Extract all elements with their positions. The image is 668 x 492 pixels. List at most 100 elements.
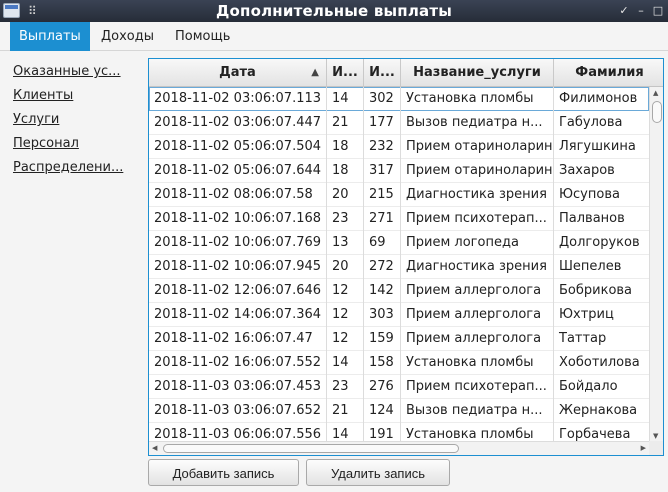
data-table: Дата ▲ И... И... Название_услуги Фамилия… [148, 58, 664, 456]
cell-id1: 18 [327, 135, 364, 159]
cell-date: 2018-11-02 10:06:07.945 [149, 255, 327, 279]
column-header-surname[interactable]: Фамилия [554, 59, 663, 87]
table-row[interactable]: 2018-11-02 05:06:07.644 18 317 Прием отарин… [149, 159, 649, 183]
cell-service-name: Диагностика зрения [401, 255, 554, 279]
table-row[interactable]: 2018-11-02 10:06:07.769 13 69 Прием логопед… [149, 231, 649, 255]
column-header-id1[interactable]: И... [327, 59, 364, 87]
cell-surname: Таттар [554, 327, 649, 351]
cell-id1: 21 [327, 111, 364, 135]
cell-id1: 14 [327, 423, 364, 441]
cell-date: 2018-11-02 12:06:07.646 [149, 279, 327, 303]
cell-id2: 158 [364, 351, 401, 375]
cell-service-name: Вызов педиатра н... [401, 399, 554, 423]
cell-id1: 13 [327, 231, 364, 255]
cell-date: 2018-11-03 06:06:07.556 [149, 423, 327, 441]
horizontal-scroll-thumb[interactable] [163, 444, 459, 453]
column-header-date-label: Дата [219, 65, 256, 80]
sort-ascending-icon: ▲ [311, 67, 319, 78]
cell-service-name: Прием отариноларин... [401, 159, 554, 183]
cell-id1: 21 [327, 399, 364, 423]
maximize-icon[interactable]: □ [651, 3, 665, 19]
cell-surname: Бойдало [554, 375, 649, 399]
cell-id1: 12 [327, 327, 364, 351]
cell-surname: Жернакова [554, 399, 649, 423]
sidebar-link-services[interactable]: Услуги [13, 110, 138, 134]
cell-service-name: Прием психотерап... [401, 375, 554, 399]
table-row[interactable]: 2018-11-03 03:06:07.453 23 276 Прием психот… [149, 375, 649, 399]
scrollbar-corner [649, 441, 663, 455]
cell-surname: Филимонов [554, 87, 649, 111]
table-row[interactable]: 2018-11-03 03:06:07.652 21 124 Вызов педиат… [149, 399, 649, 423]
cell-id2: 177 [364, 111, 401, 135]
cell-date: 2018-11-02 05:06:07.504 [149, 135, 327, 159]
cell-id1: 18 [327, 159, 364, 183]
cell-surname: Захаров [554, 159, 649, 183]
cell-surname: Хоботилова [554, 351, 649, 375]
sidebar-nav: Оказанные ус... Клиенты Услуги Персонал … [13, 62, 138, 182]
cell-service-name: Вызов педиатра н... [401, 111, 554, 135]
vertical-scroll-thumb[interactable] [652, 101, 662, 123]
table-row[interactable]: 2018-11-02 12:06:07.646 12 142 Прием аллерг… [149, 279, 649, 303]
cell-service-name: Прием логопеда [401, 231, 554, 255]
cell-surname: Юсупова [554, 183, 649, 207]
table-row[interactable]: 2018-11-02 16:06:07.47 12 159 Прием аллерго… [149, 327, 649, 351]
scroll-right-icon[interactable]: ▶ [641, 444, 646, 452]
cell-surname: Юхтриц [554, 303, 649, 327]
menu-item-help[interactable]: Помощь [166, 22, 239, 51]
cell-id1: 20 [327, 183, 364, 207]
cell-date: 2018-11-02 03:06:07.113 [149, 87, 327, 111]
cell-id2: 276 [364, 375, 401, 399]
cell-date: 2018-11-02 05:06:07.644 [149, 159, 327, 183]
cell-id1: 14 [327, 351, 364, 375]
menu-item-income[interactable]: Доходы [92, 22, 163, 51]
cell-service-name: Прием аллерголога [401, 303, 554, 327]
table-row[interactable]: 2018-11-02 10:06:07.168 23 271 Прием психот… [149, 207, 649, 231]
cell-service-name: Установка пломбы [401, 423, 554, 441]
table-row[interactable]: 2018-11-02 08:06:07.58 20 215 Диагностика з… [149, 183, 649, 207]
cell-surname: Бобрикова [554, 279, 649, 303]
window-title: Дополнительные выплаты [215, 2, 453, 20]
cell-date: 2018-11-02 03:06:07.447 [149, 111, 327, 135]
cell-id2: 272 [364, 255, 401, 279]
cell-date: 2018-11-02 14:06:07.364 [149, 303, 327, 327]
scroll-down-icon[interactable]: ▼ [653, 432, 658, 440]
cell-id2: 191 [364, 423, 401, 441]
title-bar: ⠿ Дополнительные выплаты ✓ – □ [0, 0, 668, 22]
cell-date: 2018-11-02 16:06:07.552 [149, 351, 327, 375]
scroll-up-icon[interactable]: ▲ [653, 89, 658, 97]
table-row[interactable]: 2018-11-02 05:06:07.504 18 232 Прием отарин… [149, 135, 649, 159]
vertical-scrollbar[interactable]: ▲ ▼ [649, 87, 663, 443]
scroll-left-icon[interactable]: ◀ [152, 444, 157, 452]
table-row[interactable]: 2018-11-03 06:06:07.556 14 191 Установка пл… [149, 423, 649, 441]
column-header-service-name[interactable]: Название_услуги [401, 59, 554, 87]
cell-id1: 23 [327, 207, 364, 231]
sidebar-link-staff[interactable]: Персонал [13, 134, 138, 158]
table-row[interactable]: 2018-11-02 14:06:07.364 12 303 Прием аллерг… [149, 303, 649, 327]
cell-surname: Долгоруков [554, 231, 649, 255]
menu-item-payouts[interactable]: Выплаты [10, 22, 90, 51]
table-row[interactable]: 2018-11-02 03:06:07.113 14 302 Установка пл… [149, 87, 649, 111]
menu-bar: Выплаты Доходы Помощь [0, 22, 668, 51]
cell-surname: Габулова [554, 111, 649, 135]
table-row[interactable]: 2018-11-02 03:06:07.447 21 177 Вызов педиат… [149, 111, 649, 135]
delete-record-button[interactable]: Удалить запись [306, 459, 450, 486]
column-header-id2[interactable]: И... [364, 59, 401, 87]
cell-service-name: Установка пломбы [401, 351, 554, 375]
sidebar-link-distribution[interactable]: Распределени... [13, 158, 138, 182]
sidebar-link-clients[interactable]: Клиенты [13, 86, 138, 110]
cell-date: 2018-11-03 03:06:07.453 [149, 375, 327, 399]
cell-id2: 69 [364, 231, 401, 255]
table-row[interactable]: 2018-11-02 10:06:07.945 20 272 Диагностика … [149, 255, 649, 279]
cell-service-name: Диагностика зрения [401, 183, 554, 207]
column-header-date[interactable]: Дата ▲ [149, 59, 327, 87]
cell-id2: 232 [364, 135, 401, 159]
horizontal-scrollbar[interactable]: ◀ ▶ [149, 441, 649, 455]
cell-id1: 12 [327, 279, 364, 303]
table-row[interactable]: 2018-11-02 16:06:07.552 14 158 Установка пл… [149, 351, 649, 375]
pin-icon[interactable]: ✓ [617, 3, 631, 19]
add-record-button[interactable]: Добавить запись [148, 459, 299, 486]
sidebar-link-services-rendered[interactable]: Оказанные ус... [13, 62, 138, 86]
minimize-icon[interactable]: – [634, 3, 648, 19]
cell-surname: Лягушкина [554, 135, 649, 159]
table-header: Дата ▲ И... И... Название_услуги Фамилия [149, 59, 663, 87]
